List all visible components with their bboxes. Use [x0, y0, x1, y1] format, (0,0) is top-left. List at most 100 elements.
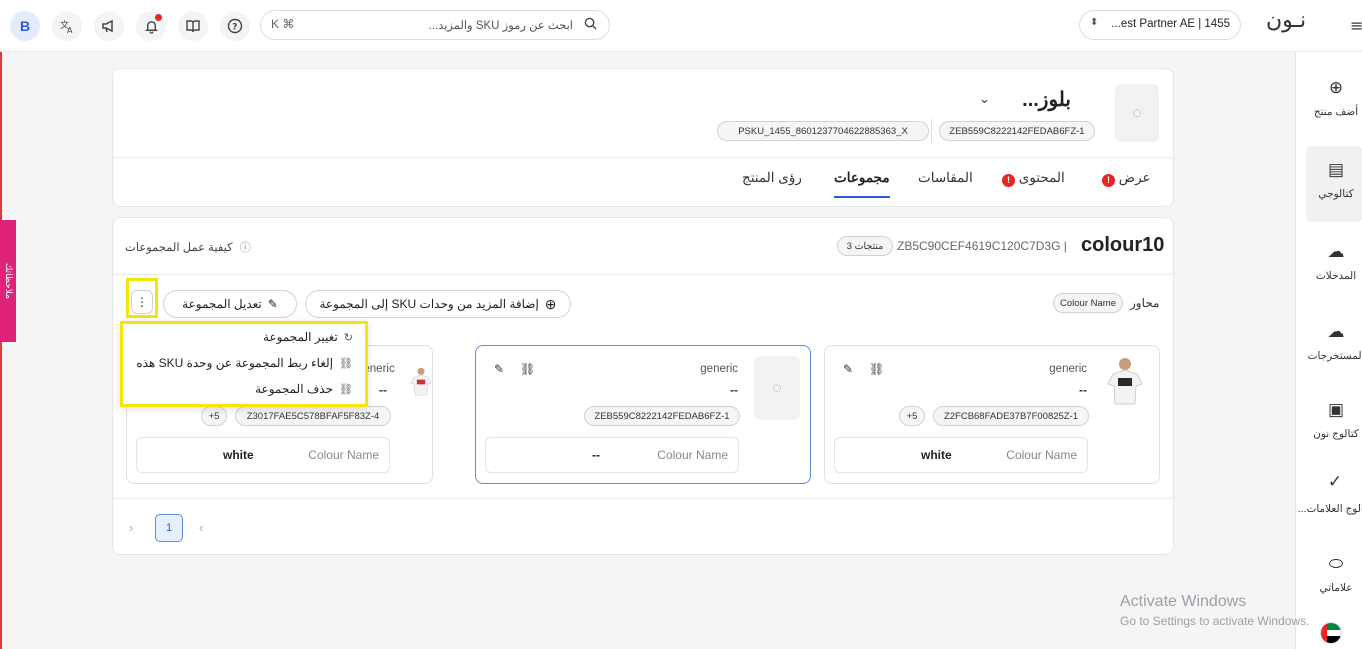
menu-item-label: تغيير المجموعة — [263, 330, 338, 344]
book-icon[interactable] — [178, 11, 208, 41]
product-thumbnail: ◌ — [1115, 84, 1159, 142]
megaphone-icon[interactable] — [94, 11, 124, 41]
sidebar-item-label: كتالوج العلامات... — [1297, 503, 1362, 515]
tag-icon: ⬭ — [1328, 554, 1344, 573]
info-icon: ⓘ — [239, 242, 251, 254]
axes-label: محاور — [1130, 296, 1160, 310]
tab-label: المحتوى — [1018, 170, 1065, 185]
group-name: colour10 — [1081, 234, 1165, 256]
product-thumbnail: ◌ — [754, 356, 800, 420]
divider — [113, 157, 1175, 158]
pagination-next-icon[interactable]: › — [129, 520, 133, 535]
notification-dot — [155, 14, 162, 21]
noon-logo[interactable]: نـون — [1266, 8, 1306, 33]
sidebar-item-my-catalog[interactable]: ▤ كتالوجي — [1296, 160, 1362, 200]
active-tab-indicator — [834, 196, 890, 198]
tab-content[interactable]: ! المحتوى — [1002, 170, 1065, 187]
search-shortcut: K ⌘ — [271, 17, 295, 31]
product-image — [408, 354, 452, 410]
edit-group-button[interactable]: تعديل المجموعة ✎ — [163, 290, 297, 318]
menu-item-label: إلغاء ربط المجموعة عن وحدة SKU هذه — [136, 356, 334, 370]
catalog-icon: ▤ — [1327, 160, 1345, 179]
user-avatar[interactable]: B — [10, 11, 40, 41]
sidebar: ⊕ أضف منتج ▤ كتالوجي ☁ المدخلات ☁ المستخ… — [1295, 52, 1362, 649]
sku-card[interactable]: generic -- Z2FCB68FADE37B7F00825Z-1 +5 ✎… — [824, 345, 1160, 484]
partner-selector[interactable]: ⬍ ...est Partner AE | 1455 — [1079, 10, 1241, 40]
link-icon: ⛓ — [339, 384, 353, 396]
translate-icon[interactable]: 文A — [52, 11, 82, 41]
edit-group-label: تعديل المجموعة — [182, 297, 262, 311]
notification-bell-icon[interactable] — [136, 11, 166, 41]
sku-more-badge[interactable]: +5 — [201, 406, 227, 426]
attribute-label: Colour Name — [308, 448, 379, 462]
search-box[interactable]: K ⌘ ابحث عن رموز SKU والمزيد... — [260, 10, 610, 40]
chevron-down-icon[interactable]: ⌄ — [979, 91, 990, 107]
upload-cloud-icon: ☁ — [1327, 242, 1345, 261]
plus-circle-icon: ⊕ — [544, 295, 557, 312]
unlink-icon[interactable]: ⛓ — [869, 362, 884, 376]
menu-item-delete-group[interactable]: ⛓ حذف المجموعة — [255, 382, 353, 396]
sidebar-item-noon-catalog[interactable]: ▣ كتالوج نون — [1296, 400, 1362, 440]
windows-watermark-subtitle: Go to Settings to activate Windows. — [1120, 614, 1310, 628]
add-more-skus-button[interactable]: إضافة المزيد من وحدات SKU إلى المجموعة ⊕ — [305, 290, 571, 318]
sku-chip: Z3017FAE5C578BFAF5F83Z-4 — [235, 406, 391, 426]
pagination-page-1[interactable]: 1 — [155, 514, 183, 542]
help-icon[interactable]: ? — [220, 11, 250, 41]
noon-catalog-icon: ▣ — [1327, 400, 1345, 419]
attribute-value: white — [921, 448, 952, 462]
sku-title: -- — [730, 383, 738, 397]
sku-chip: Z2FCB68FADE37B7F00825Z-1 — [933, 406, 1089, 426]
tab-groups[interactable]: مجموعات — [834, 170, 890, 186]
pencil-icon[interactable]: ✎ — [843, 362, 853, 376]
tab-label: مجموعات — [834, 170, 890, 185]
how-groups-work-link[interactable]: ⓘ كيفية عمل المجموعات — [125, 239, 251, 255]
sku-brand: generic — [700, 363, 738, 375]
sku-title: -- — [379, 383, 387, 397]
error-icon: ! — [1002, 174, 1015, 187]
refresh-icon: ↻ — [343, 332, 353, 344]
unlink-icon: ⛓ — [339, 358, 353, 370]
menu-item-label: حذف المجموعة — [255, 382, 334, 396]
menu-item-unlink-group[interactable]: ⛓ إلغاء ربط المجموعة عن وحدة SKU هذه — [136, 356, 353, 370]
hamburger-menu-icon[interactable]: ≡ — [1350, 16, 1362, 35]
sidebar-item-label: كتالوجي — [1318, 188, 1354, 200]
group-options-menu: ↻ تغيير المجموعة ⛓ إلغاء ربط المجموعة عن و… — [120, 321, 368, 407]
tab-display[interactable]: ! عرض — [1102, 170, 1151, 187]
add-more-label: إضافة المزيد من وحدات SKU إلى المجموعة — [319, 297, 539, 311]
search-input[interactable]: ابحث عن رموز SKU والمزيد... — [429, 18, 573, 32]
uae-flag-icon[interactable] — [1320, 622, 1342, 644]
sidebar-item-imports[interactable]: ☁ المدخلات — [1296, 242, 1362, 282]
divider — [113, 274, 1175, 275]
sku-attribute-box: Colour Name white — [834, 437, 1088, 473]
feedback-tab[interactable]: ملاحظاتك — [0, 220, 16, 342]
pagination-prev-icon[interactable]: ‹ — [199, 520, 203, 535]
product-zsku-chip: ZEB559C8222142FEDAB6FZ-1 — [939, 121, 1095, 141]
svg-text:A: A — [67, 26, 73, 34]
pencil-icon[interactable]: ✎ — [494, 362, 504, 376]
sidebar-item-label: المدخلات — [1315, 270, 1357, 282]
sku-more-badge[interactable]: +5 — [899, 406, 925, 426]
tab-label: المقاسات — [918, 170, 973, 185]
sidebar-item-my-brands[interactable]: ⬭ علاماتي — [1296, 554, 1362, 594]
more-options-button[interactable]: ⋮ — [131, 290, 153, 314]
tab-sizes[interactable]: المقاسات — [918, 170, 973, 186]
divider — [113, 498, 1175, 499]
sku-card-current[interactable]: ◌ generic -- ZEB559C8222142FEDAB6FZ-1 ✎ … — [475, 345, 811, 484]
divider — [931, 119, 932, 143]
sidebar-item-label: علاماتي — [1319, 582, 1353, 594]
attribute-value: -- — [592, 448, 600, 462]
menu-item-change-group[interactable]: ↻ تغيير المجموعة — [263, 330, 353, 344]
sidebar-item-exports[interactable]: ☁ المستخرجات — [1296, 322, 1362, 362]
partner-name: ...est Partner AE | 1455 — [1111, 18, 1230, 30]
unlink-icon[interactable]: ⛓ — [520, 362, 535, 376]
sidebar-item-brand-catalog[interactable]: ✓ كتالوج العلامات... — [1296, 472, 1362, 519]
tab-product-insights[interactable]: رؤى المنتج — [742, 170, 802, 186]
group-count-badge: 3 منتجات — [837, 236, 893, 256]
chevron-updown-icon: ⬍ — [1090, 17, 1099, 28]
attribute-label: Colour Name — [657, 448, 728, 462]
feedback-label: ملاحظاتك — [3, 263, 13, 299]
how-groups-work-label: كيفية عمل المجموعات — [125, 242, 233, 254]
product-psku-chip: PSKU_1455_8601237704622885363_X — [717, 121, 929, 141]
tab-label: عرض — [1118, 170, 1151, 185]
sidebar-item-add-product[interactable]: ⊕ أضف منتج — [1296, 78, 1362, 118]
